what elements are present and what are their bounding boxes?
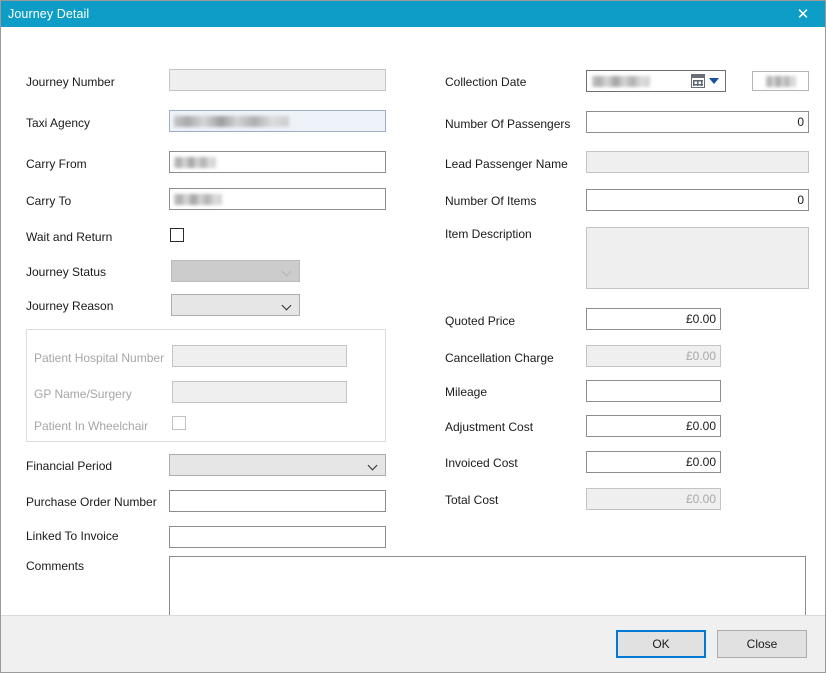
- total-cost-input: £0.00: [586, 488, 721, 510]
- collection-time-value: [766, 76, 796, 87]
- lead-passenger-name-input: [586, 151, 809, 173]
- linked-to-invoice-input[interactable]: [169, 526, 386, 548]
- journey-number-input: [169, 69, 386, 91]
- journey-reason-select[interactable]: [171, 294, 300, 316]
- financial-period-label: Financial Period: [26, 459, 112, 473]
- number-of-passengers-label: Number Of Passengers: [445, 117, 570, 131]
- comments-label: Comments: [26, 559, 84, 573]
- total-cost-label: Total Cost: [445, 493, 498, 507]
- journey-reason-label: Journey Reason: [26, 299, 113, 313]
- mileage-label: Mileage: [445, 385, 487, 399]
- collection-date-value: [592, 76, 650, 87]
- journey-status-select[interactable]: [171, 260, 300, 282]
- close-button-label: Close: [747, 637, 778, 651]
- title-bar: Journey Detail ✕: [1, 1, 825, 27]
- purchase-order-number-label: Purchase Order Number: [26, 495, 157, 509]
- carry-from-label: Carry From: [26, 157, 87, 171]
- patient-in-wheelchair-checkbox: [172, 416, 186, 430]
- taxi-agency-label: Taxi Agency: [26, 116, 90, 130]
- item-description-label: Item Description: [445, 227, 532, 241]
- dropdown-arrow-icon[interactable]: [709, 78, 719, 84]
- number-of-passengers-input[interactable]: 0: [586, 111, 809, 133]
- dialog-footer: OK Close: [1, 615, 825, 672]
- total-cost-value: £0.00: [686, 489, 716, 509]
- close-button[interactable]: Close: [717, 630, 807, 658]
- window-title: Journey Detail: [1, 7, 89, 21]
- invoiced-cost-input[interactable]: £0.00: [586, 451, 721, 473]
- form-body: Journey Number Taxi Agency Carry From Ca…: [1, 27, 825, 615]
- invoiced-cost-value: £0.00: [686, 452, 716, 472]
- chevron-down-icon: [369, 461, 378, 470]
- adjustment-cost-label: Adjustment Cost: [445, 420, 533, 434]
- right-column: Collection Date Number Of Passengers 0 L…: [421, 27, 825, 615]
- carry-to-value: [174, 194, 222, 205]
- adjustment-cost-value: £0.00: [686, 416, 716, 436]
- quoted-price-label: Quoted Price: [445, 314, 515, 328]
- journey-number-label: Journey Number: [26, 75, 115, 89]
- gp-name-surgery-label: GP Name/Surgery: [34, 387, 132, 401]
- carry-to-label: Carry To: [26, 194, 71, 208]
- quoted-price-value: £0.00: [686, 309, 716, 329]
- carry-from-value: [174, 157, 216, 168]
- journey-status-label: Journey Status: [26, 265, 106, 279]
- ok-button-label: OK: [652, 637, 669, 651]
- number-of-items-value: 0: [797, 190, 804, 210]
- wait-and-return-label: Wait and Return: [26, 230, 112, 244]
- carry-from-input[interactable]: [169, 151, 386, 173]
- quoted-price-input[interactable]: £0.00: [586, 308, 721, 330]
- item-description-textarea: [586, 227, 809, 289]
- adjustment-cost-input[interactable]: £0.00: [586, 415, 721, 437]
- calendar-icon[interactable]: [691, 74, 705, 88]
- carry-to-input[interactable]: [169, 188, 386, 210]
- collection-time-input[interactable]: [752, 71, 809, 91]
- cancellation-charge-value: £0.00: [686, 346, 716, 366]
- patient-in-wheelchair-label: Patient In Wheelchair: [34, 419, 148, 433]
- chevron-down-icon: [283, 267, 292, 276]
- patient-hospital-number-label: Patient Hospital Number: [34, 351, 164, 365]
- close-icon[interactable]: ✕: [781, 1, 825, 27]
- financial-period-select[interactable]: [169, 454, 386, 476]
- patient-details-group: Patient Hospital Number GP Name/Surgery …: [26, 329, 386, 442]
- cancellation-charge-input: £0.00: [586, 345, 721, 367]
- cancellation-charge-label: Cancellation Charge: [445, 351, 554, 365]
- linked-to-invoice-label: Linked To Invoice: [26, 529, 119, 543]
- collection-date-label: Collection Date: [445, 75, 526, 89]
- taxi-agency-input[interactable]: [169, 110, 386, 132]
- collection-date-input[interactable]: [586, 70, 726, 92]
- lead-passenger-name-label: Lead Passenger Name: [445, 157, 568, 171]
- taxi-agency-value: [174, 116, 289, 127]
- wait-and-return-checkbox[interactable]: [170, 228, 184, 242]
- mileage-input[interactable]: [586, 380, 721, 402]
- gp-name-surgery-input: [172, 381, 347, 403]
- invoiced-cost-label: Invoiced Cost: [445, 456, 518, 470]
- left-column: Journey Number Taxi Agency Carry From Ca…: [1, 27, 421, 615]
- patient-hospital-number-input: [172, 345, 347, 367]
- chevron-down-icon: [283, 301, 292, 310]
- ok-button[interactable]: OK: [616, 630, 706, 658]
- purchase-order-number-input[interactable]: [169, 490, 386, 512]
- journey-detail-dialog: Journey Detail ✕ Journey Number Taxi Age…: [0, 0, 826, 673]
- number-of-passengers-value: 0: [797, 112, 804, 132]
- number-of-items-label: Number Of Items: [445, 194, 536, 208]
- number-of-items-input[interactable]: 0: [586, 189, 809, 211]
